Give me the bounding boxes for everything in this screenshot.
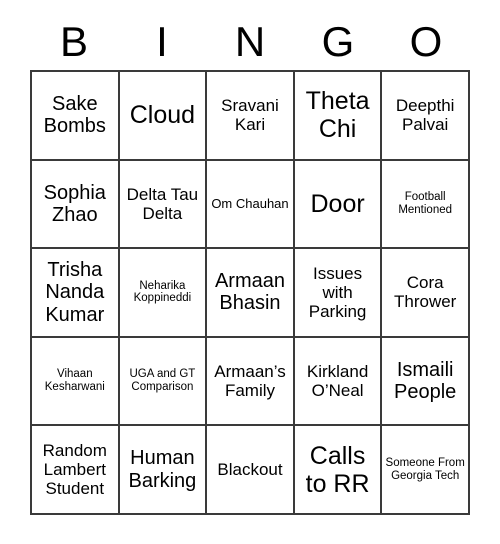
- bingo-cell-label: Armaan Bhasin: [214, 270, 285, 315]
- bingo-cell[interactable]: Vihaan Kesharwani: [32, 337, 120, 427]
- bingo-cell-label: Trisha Nanda Kumar: [45, 258, 105, 326]
- bingo-cell[interactable]: Football Mentioned: [382, 160, 470, 250]
- bingo-cell-label: Armaan’s Family: [214, 362, 286, 401]
- bingo-cell-label: Door: [310, 189, 365, 218]
- bingo-card: B I N G O Sake Bombs Cloud Sravani Kari The…: [0, 0, 500, 544]
- bingo-cell[interactable]: Door: [294, 160, 383, 250]
- bingo-cell-label: Cora Thrower: [393, 273, 457, 312]
- bingo-cell-label: Random Lambert Student: [42, 441, 107, 499]
- bingo-row: Vihaan Kesharwani UGA and GT Comparison Ar…: [32, 337, 470, 427]
- bingo-cell[interactable]: Calls to RR: [294, 426, 383, 515]
- bingo-cell[interactable]: Trisha Nanda Kumar: [32, 249, 120, 338]
- bingo-cell[interactable]: Ismaili People: [382, 337, 470, 427]
- bingo-cell-label: Human Barking: [128, 447, 197, 492]
- bingo-cell-label: Issues with Parking: [308, 263, 367, 321]
- bingo-cell[interactable]: Theta Chi: [294, 72, 383, 161]
- bingo-row: Sophia Zhao Delta Tau Delta Om Chauhan Door…: [32, 160, 470, 250]
- bingo-cell-label: Cloud: [129, 101, 196, 130]
- bingo-cell[interactable]: Deepthi Palvai: [382, 72, 470, 161]
- bingo-cell-label: UGA and GT Comparison: [129, 368, 196, 394]
- bingo-cell[interactable]: Issues with Parking: [294, 249, 383, 338]
- bingo-cell[interactable]: Armaan’s Family: [207, 337, 295, 427]
- bingo-row: Random Lambert Student Human Barking Black…: [32, 426, 470, 515]
- bingo-cell-label: Calls to RR: [305, 441, 370, 498]
- header-letter-b: B: [59, 18, 88, 65]
- bingo-row: Sake Bombs Cloud Sravani Kari Theta Chi Deep…: [32, 72, 470, 161]
- bingo-cell[interactable]: Delta Tau Delta: [119, 160, 208, 250]
- bingo-row: Trisha Nanda Kumar Neharika Koppineddi Arm…: [32, 249, 470, 338]
- bingo-cell[interactable]: Blackout: [207, 426, 295, 515]
- bingo-cell-label: Om Chauhan: [211, 195, 289, 211]
- bingo-cell[interactable]: UGA and GT Comparison: [119, 337, 208, 427]
- bingo-cell-label: Neharika Koppineddi: [133, 279, 192, 305]
- bingo-cell[interactable]: Someone From Georgia Tech: [382, 426, 470, 515]
- bingo-cell[interactable]: Human Barking: [119, 426, 208, 515]
- header-letter-o: O: [409, 18, 443, 65]
- bingo-cell-label: Ismaili People: [394, 358, 457, 404]
- bingo-cell-label: Sophia Zhao: [43, 181, 106, 226]
- bingo-cell-label: Football Mentioned: [398, 191, 453, 216]
- bingo-cell-label: Sake Bombs: [43, 92, 106, 138]
- bingo-grid: Sake Bombs Cloud Sravani Kari Theta Chi Deep…: [30, 70, 470, 515]
- bingo-cell-label: Kirkland O’Neal: [306, 362, 369, 401]
- header-letter-n: N: [234, 18, 266, 65]
- header-letter-g: G: [321, 18, 355, 65]
- bingo-cell[interactable]: Sophia Zhao: [32, 160, 120, 250]
- bingo-cell-label: Deepthi Palvai: [395, 96, 455, 135]
- bingo-cell-label: Blackout: [217, 460, 283, 480]
- bingo-cell-label: Theta Chi: [305, 87, 370, 144]
- bingo-cell[interactable]: Kirkland O’Neal: [294, 337, 383, 427]
- bingo-cell-label: Delta Tau Delta: [126, 184, 199, 223]
- bingo-cell-label: Vihaan Kesharwani: [44, 368, 105, 394]
- bingo-cell[interactable]: Neharika Koppineddi: [119, 249, 208, 338]
- bingo-cell[interactable]: Random Lambert Student: [32, 426, 120, 515]
- bingo-header: B I N G O: [30, 14, 470, 70]
- bingo-cell[interactable]: Sake Bombs: [32, 72, 120, 161]
- bingo-cell[interactable]: Cora Thrower: [382, 249, 470, 338]
- bingo-cell-label: Sravani Kari: [221, 96, 279, 135]
- bingo-cell[interactable]: Armaan Bhasin: [207, 249, 295, 338]
- bingo-cell-label: Someone From Georgia Tech: [385, 456, 465, 482]
- bingo-cell[interactable]: Cloud: [119, 72, 208, 161]
- bingo-cell[interactable]: Om Chauhan: [207, 160, 295, 250]
- bingo-cell[interactable]: Sravani Kari: [207, 72, 295, 161]
- header-letter-i: I: [156, 18, 168, 65]
